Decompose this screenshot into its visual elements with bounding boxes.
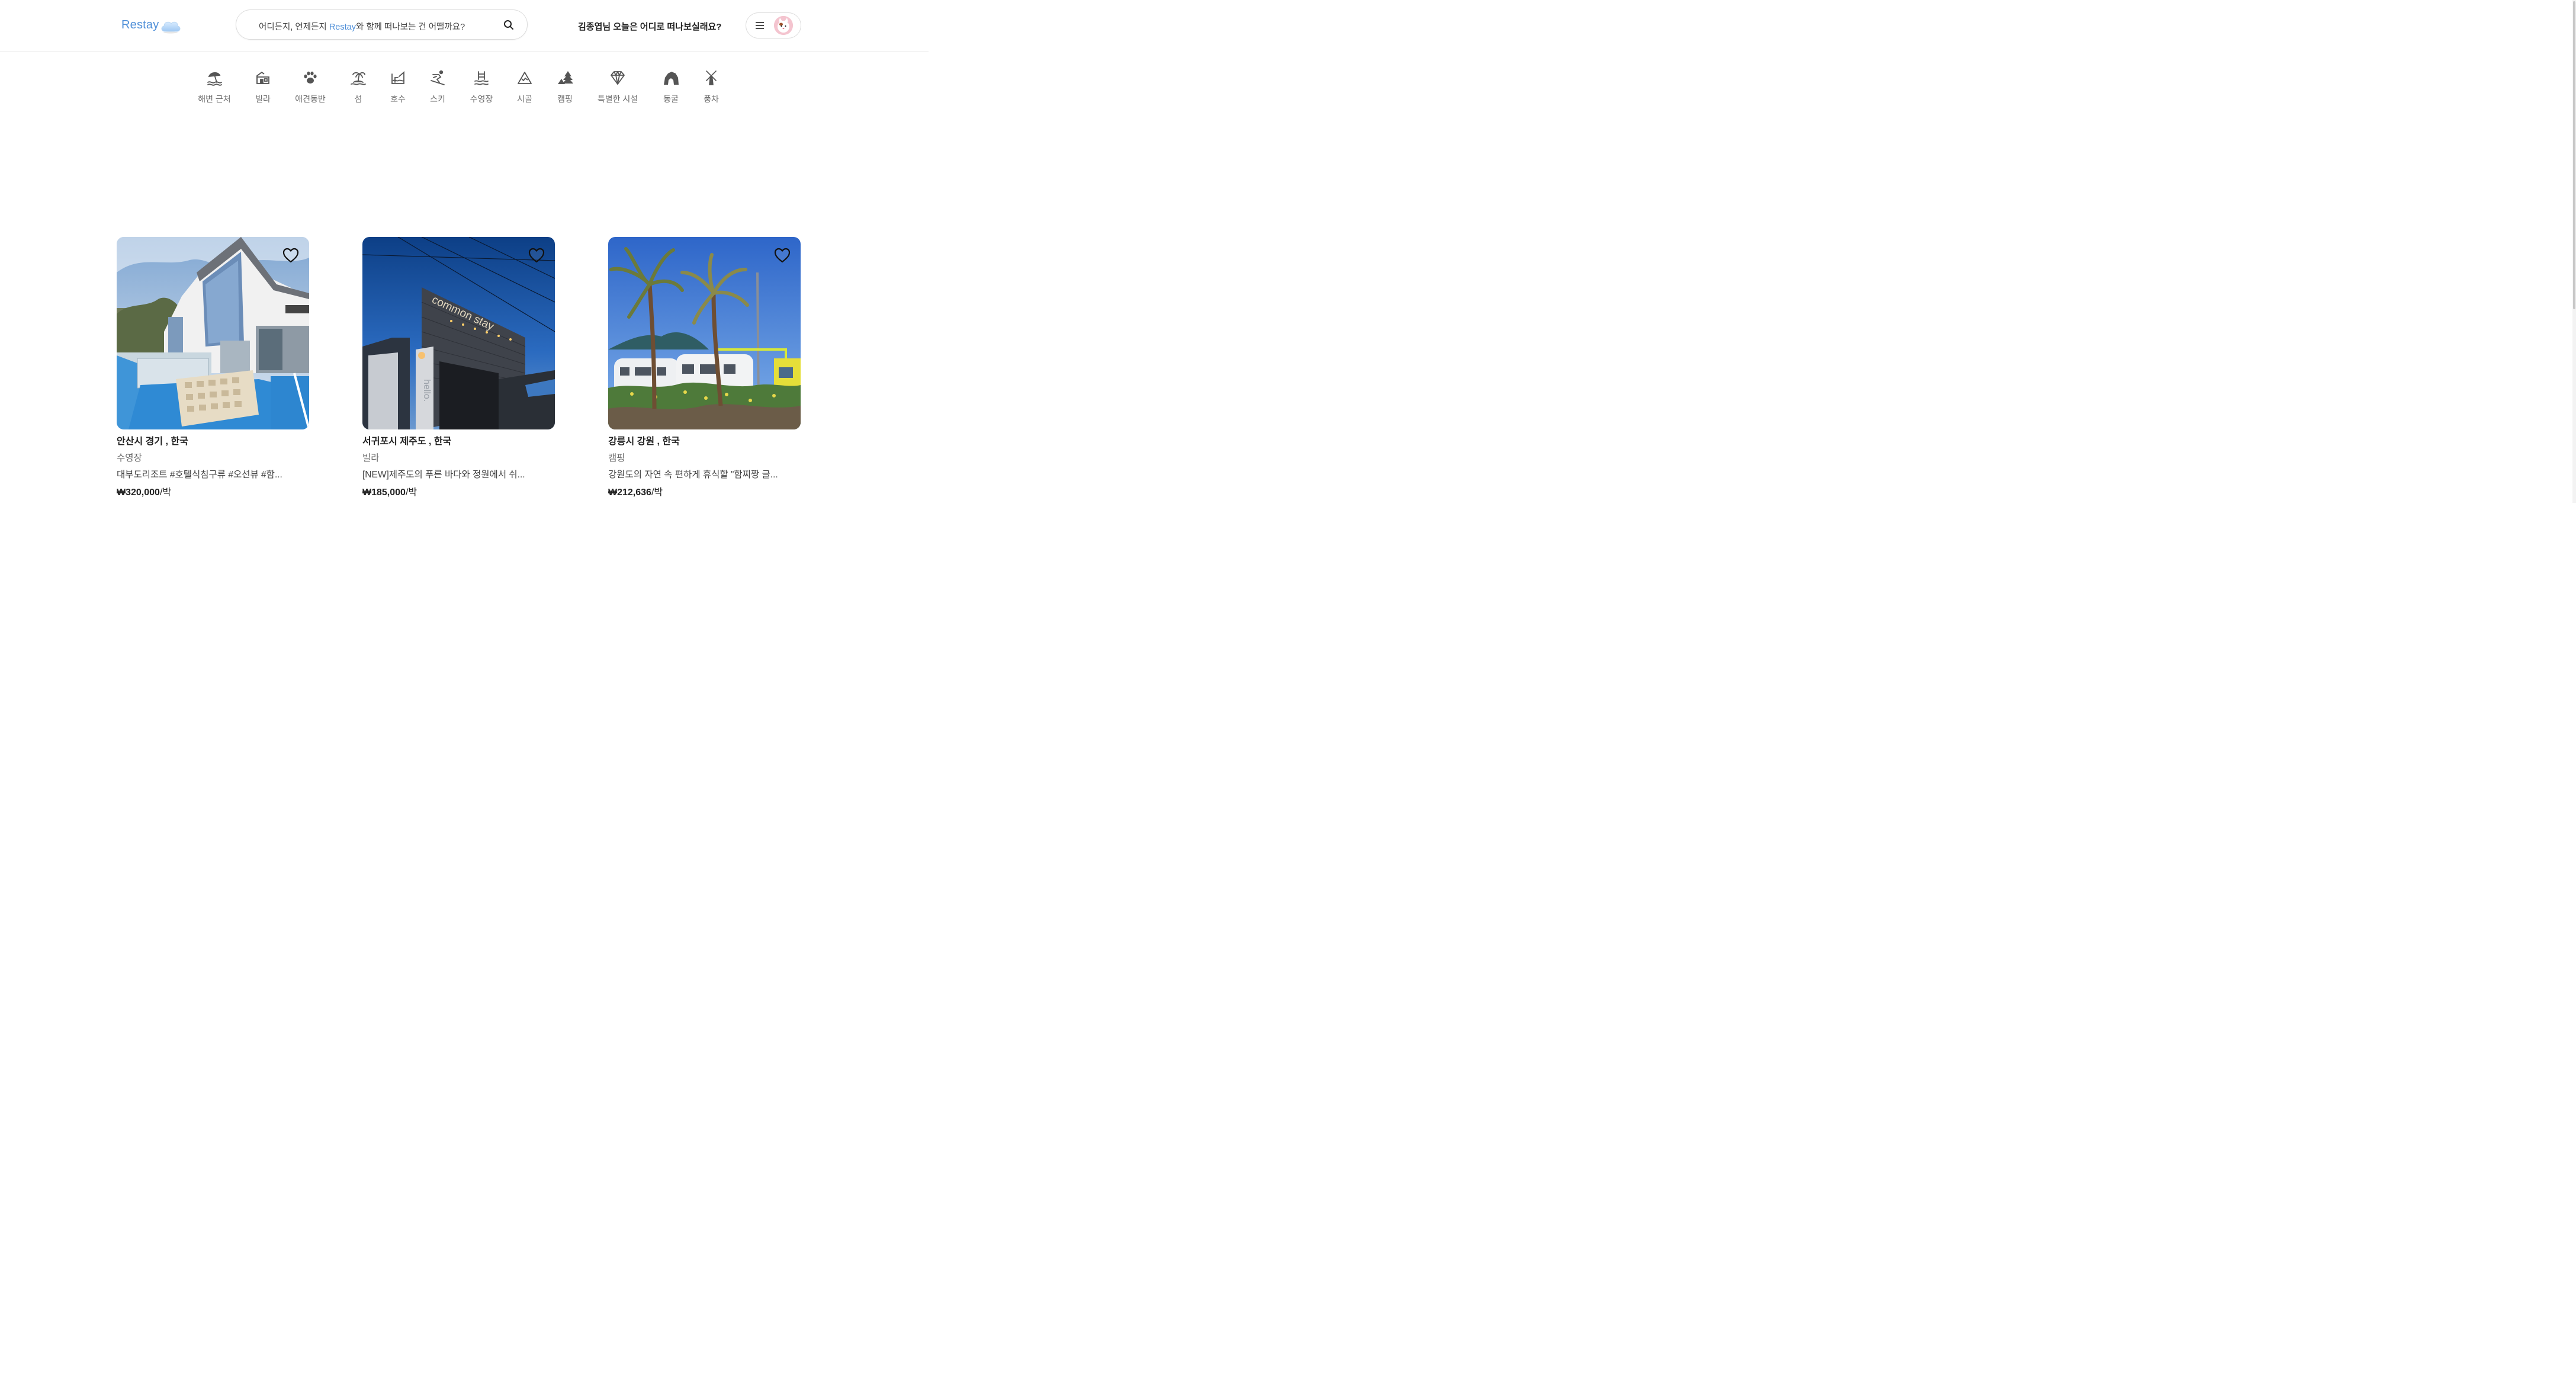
search-text-before: 어디든지, 언제든지 [259, 23, 329, 32]
paw-icon [304, 71, 317, 84]
search-brand-text: Restay [329, 23, 356, 32]
category-villa[interactable]: 빌라 [236, 69, 290, 105]
user-menu-button[interactable] [746, 12, 801, 39]
category-special[interactable]: 특별한 시설 [591, 69, 644, 105]
category-label: 동굴 [663, 94, 679, 104]
windmill-icon [706, 70, 717, 85]
search-bar[interactable]: 어디든지, 언제든지 Restay와 함께 떠나보는 건 어떨까요? [236, 9, 528, 40]
ski-icon [431, 70, 445, 85]
listing-type: 빌라 [362, 453, 380, 463]
category-label: 풍차 [704, 94, 719, 104]
listing-type: 캠핑 [608, 453, 625, 463]
scrollbar-thumb[interactable] [2573, 1, 2575, 309]
listing-price: ₩212,636 [608, 488, 651, 498]
listing-description: 대부도리조트 #호텔식침구류 #오션뷰 #함... [117, 470, 282, 480]
listing-image[interactable] [117, 237, 309, 429]
wall-text-hello: hello. [422, 379, 432, 402]
listing-card[interactable]: common stay hello. 서귀포시 제주도 , 한국 빌라 [NEW… [362, 237, 555, 498]
listing-image[interactable]: common stay hello. [362, 237, 555, 429]
listing-location: 서귀포시 제주도 , 한국 [362, 437, 452, 447]
hamburger-menu-icon [756, 22, 764, 29]
common-stay-building-photo: common stay hello. [362, 237, 555, 429]
villa-pool-photo [117, 237, 309, 429]
listing-location: 안산시 경기 , 한국 [117, 437, 188, 447]
listing-card[interactable]: 강릉시 강원 , 한국 캠핑 강원도의 자연 속 편하게 휴식할 "함찌짱 글.… [608, 237, 801, 498]
search-icon[interactable] [503, 20, 514, 30]
user-greeting: 김종엽님 오늘은 어디로 떠나보실래요? [578, 22, 722, 32]
listing-price-row: ₩212,636/박 [608, 484, 801, 498]
cat-avatar-icon [774, 16, 793, 35]
listing-description: 강원도의 자연 속 편하게 휴식할 "함찌짱 글... [608, 470, 778, 480]
category-windmill[interactable]: 풍차 [685, 69, 738, 105]
logo-text: Restay [121, 18, 159, 31]
camping-trailers-photo [608, 237, 801, 429]
category-label: 수영장 [470, 94, 493, 104]
listing-price: ₩320,000 [117, 488, 160, 498]
category-label: 시골 [517, 94, 532, 104]
top-header: Restay 어디든지, 언제든지 Restay와 함께 떠나보는 건 어떨까요… [0, 0, 929, 52]
heart-icon[interactable] [773, 246, 791, 264]
heart-icon[interactable] [528, 246, 545, 264]
page-scrollbar[interactable] [2572, 0, 2576, 503]
listing-price-row: ₩185,000/박 [362, 484, 555, 498]
category-beach[interactable]: 해변 근처 [188, 69, 241, 105]
cloud-logo-icon [161, 21, 181, 34]
listing-card[interactable]: 안산시 경기 , 한국 수영장 대부도리조트 #호텔식침구류 #오션뷰 #함..… [117, 237, 309, 498]
category-pet-friendly[interactable]: 애견동반 [284, 69, 337, 105]
category-label: 특별한 시설 [597, 94, 638, 104]
listing-price-row: ₩320,000/박 [117, 484, 309, 498]
pool-icon [474, 71, 489, 85]
search-placeholder: 어디든지, 언제든지 Restay와 함께 떠나보는 건 어떨까요? [259, 20, 465, 33]
search-text-after: 와 함께 떠나보는 건 어떨까요? [355, 23, 465, 32]
category-bar: 해변 근처 빌라 애견동반 섬 호수 스키 수영장 시골 캠핑 특별한 시설 동… [0, 69, 929, 111]
listing-type: 수영장 [117, 453, 142, 463]
category-label: 호수 [390, 94, 406, 104]
restay-logo[interactable]: Restay [121, 15, 181, 34]
lake-icon [391, 71, 404, 84]
category-label: 스키 [430, 94, 445, 104]
listing-location: 강릉시 강원 , 한국 [608, 437, 680, 447]
category-label: 해변 근처 [198, 94, 231, 104]
countryside-icon [518, 72, 532, 84]
price-unit: /박 [159, 488, 172, 498]
price-unit: /박 [651, 488, 663, 498]
beach-icon [207, 72, 222, 86]
listing-image[interactable] [608, 237, 801, 429]
category-label: 섬 [354, 94, 362, 104]
listing-price: ₩185,000 [362, 488, 406, 498]
diamond-icon [611, 71, 625, 85]
price-unit: /박 [405, 488, 417, 498]
avatar[interactable] [774, 16, 793, 35]
heart-icon[interactable] [282, 246, 300, 264]
villa-icon [256, 71, 269, 84]
category-label: 캠핑 [557, 94, 573, 104]
island-icon [351, 72, 366, 85]
cave-icon [664, 72, 679, 85]
camping-icon [558, 71, 573, 84]
category-label: 애견동반 [295, 94, 326, 104]
category-camping[interactable]: 캠핑 [538, 69, 592, 105]
listing-description: [NEW]제주도의 푸른 바다와 정원에서 쉬... [362, 470, 525, 480]
category-label: 빌라 [255, 94, 271, 104]
